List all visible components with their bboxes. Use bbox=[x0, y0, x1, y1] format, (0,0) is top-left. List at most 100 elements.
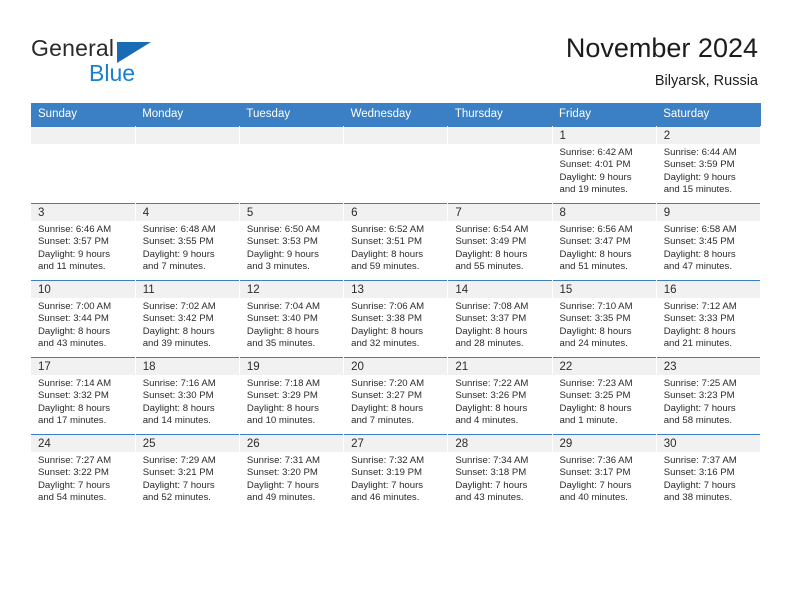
daylight-duration-line2: and 55 minutes. bbox=[455, 260, 524, 272]
general-blue-logo[interactable]: General Blue bbox=[31, 36, 211, 86]
daylight-duration-line2: and 47 minutes. bbox=[663, 260, 732, 272]
calendar-cell: 17 Sunrise: 7:14 AM Sunset: 3:32 PM Dayligh… bbox=[31, 357, 136, 435]
day-cell[interactable]: 17 Sunrise: 7:14 AM Sunset: 3:32 PM Dayligh… bbox=[31, 358, 135, 434]
calendar-cell bbox=[447, 126, 553, 204]
weekday-header-monday: Monday bbox=[135, 103, 240, 127]
day-cell[interactable]: 27 Sunrise: 7:32 AM Sunset: 3:19 PM Dayligh… bbox=[344, 435, 448, 511]
day-cell[interactable]: 4 Sunrise: 6:48 AM Sunset: 3:55 PM Daylight… bbox=[135, 204, 239, 280]
sunrise-time: Sunrise: 7:16 AM bbox=[142, 378, 216, 389]
calendar-week-row: 10 Sunrise: 7:00 AM Sunset: 3:44 PM Dayligh… bbox=[31, 280, 762, 358]
daylight-duration-line2: and 49 minutes. bbox=[246, 491, 316, 503]
day-sun-info: Sunrise: 6:42 AM Sunset: 4:01 PM Daylight:… bbox=[553, 144, 656, 196]
day-number: 7 bbox=[448, 204, 552, 221]
day-cell[interactable]: 11 Sunrise: 7:02 AM Sunset: 3:42 PM Dayligh… bbox=[135, 281, 239, 357]
sunset-time: Sunset: 3:32 PM bbox=[38, 390, 109, 402]
daylight-duration-line1: Daylight: 8 hours bbox=[38, 325, 110, 337]
sunset-time: Sunset: 3:21 PM bbox=[142, 467, 214, 479]
sunrise-time: Sunrise: 6:46 AM bbox=[38, 224, 112, 235]
day-cell[interactable]: 16 Sunrise: 7:12 AM Sunset: 3:33 PM Dayligh… bbox=[656, 281, 760, 357]
day-cell[interactable]: 19 Sunrise: 7:18 AM Sunset: 3:29 PM Dayligh… bbox=[239, 358, 344, 434]
daylight-duration-line1: Daylight: 7 hours bbox=[142, 479, 215, 491]
sunrise-time: Sunrise: 7:10 AM bbox=[559, 301, 633, 312]
day-number: 15 bbox=[552, 281, 656, 298]
weekday-header-friday: Friday bbox=[552, 103, 657, 127]
sunrise-time: Sunrise: 7:08 AM bbox=[455, 301, 529, 312]
daylight-duration-line2: and 11 minutes. bbox=[38, 260, 106, 272]
calendar-cell: 7 Sunrise: 6:54 AM Sunset: 3:49 PM Daylight… bbox=[447, 203, 553, 281]
sunset-time: Sunset: 3:19 PM bbox=[351, 467, 423, 479]
day-sun-info: Sunrise: 7:34 AM Sunset: 3:18 PM Daylight:… bbox=[448, 452, 551, 504]
sunrise-time: Sunrise: 6:52 AM bbox=[351, 224, 425, 235]
sunset-time: Sunset: 3:23 PM bbox=[663, 390, 735, 402]
calendar-cell: 15 Sunrise: 7:10 AM Sunset: 3:35 PM Dayligh… bbox=[552, 280, 657, 358]
sunset-time: Sunset: 3:59 PM bbox=[663, 159, 735, 171]
sunrise-time: Sunrise: 7:34 AM bbox=[455, 455, 529, 466]
sunrise-time: Sunrise: 7:18 AM bbox=[246, 378, 320, 389]
day-cell[interactable]: 10 Sunrise: 7:00 AM Sunset: 3:44 PM Dayligh… bbox=[31, 281, 135, 357]
day-number bbox=[239, 127, 344, 144]
calendar-cell: 14 Sunrise: 7:08 AM Sunset: 3:37 PM Dayligh… bbox=[447, 280, 553, 358]
sunset-time: Sunset: 3:26 PM bbox=[455, 390, 527, 402]
calendar-cell: 1 Sunrise: 6:42 AM Sunset: 4:01 PM Daylight… bbox=[552, 126, 657, 204]
daylight-duration-line1: Daylight: 7 hours bbox=[38, 479, 110, 491]
day-cell[interactable]: 18 Sunrise: 7:16 AM Sunset: 3:30 PM Dayligh… bbox=[135, 358, 239, 434]
calendar-cell: 28 Sunrise: 7:34 AM Sunset: 3:18 PM Dayligh… bbox=[447, 434, 553, 511]
day-cell[interactable]: 1 Sunrise: 6:42 AM Sunset: 4:01 PM Daylight… bbox=[552, 127, 656, 203]
sunset-time: Sunset: 3:22 PM bbox=[38, 467, 109, 479]
calendar-page: General Blue November 2024 Bilyarsk, Rus… bbox=[0, 0, 792, 612]
sunrise-time: Sunrise: 6:56 AM bbox=[559, 224, 633, 235]
calendar-cell bbox=[343, 126, 449, 204]
sunrise-time: Sunrise: 7:25 AM bbox=[663, 378, 737, 389]
daylight-duration-line2: and 4 minutes. bbox=[455, 414, 519, 426]
calendar-body: 1 Sunrise: 6:42 AM Sunset: 4:01 PM Daylight… bbox=[31, 126, 762, 511]
day-cell[interactable]: 28 Sunrise: 7:34 AM Sunset: 3:18 PM Dayligh… bbox=[448, 435, 552, 511]
day-cell[interactable]: 26 Sunrise: 7:31 AM Sunset: 3:20 PM Dayligh… bbox=[239, 435, 344, 511]
day-cell[interactable]: 15 Sunrise: 7:10 AM Sunset: 3:35 PM Dayligh… bbox=[552, 281, 656, 357]
daylight-duration-line1: Daylight: 8 hours bbox=[455, 402, 528, 414]
day-cell[interactable]: 7 Sunrise: 6:54 AM Sunset: 3:49 PM Daylight… bbox=[448, 204, 552, 280]
day-cell[interactable]: 22 Sunrise: 7:23 AM Sunset: 3:25 PM Dayligh… bbox=[552, 358, 656, 434]
daylight-duration-line1: Daylight: 8 hours bbox=[351, 402, 424, 414]
sunset-time: Sunset: 3:30 PM bbox=[142, 390, 214, 402]
daylight-duration-line2: and 35 minutes. bbox=[246, 337, 316, 349]
day-cell[interactable]: 13 Sunrise: 7:06 AM Sunset: 3:38 PM Dayligh… bbox=[344, 281, 448, 357]
day-cell[interactable]: 25 Sunrise: 7:29 AM Sunset: 3:21 PM Dayligh… bbox=[135, 435, 239, 511]
calendar-cell bbox=[31, 126, 136, 204]
logo-text-general: General bbox=[31, 35, 115, 61]
sunset-time: Sunset: 3:37 PM bbox=[455, 313, 527, 325]
daylight-duration-line2: and 46 minutes. bbox=[351, 491, 420, 503]
day-cell[interactable]: 30 Sunrise: 7:37 AM Sunset: 3:16 PM Dayligh… bbox=[656, 435, 760, 511]
day-cell[interactable]: 20 Sunrise: 7:20 AM Sunset: 3:27 PM Dayligh… bbox=[344, 358, 448, 434]
day-sun-info: Sunrise: 7:32 AM Sunset: 3:19 PM Daylight:… bbox=[344, 452, 447, 504]
page-header: General Blue November 2024 Bilyarsk, Rus… bbox=[0, 0, 792, 100]
calendar-cell: 22 Sunrise: 7:23 AM Sunset: 3:25 PM Dayligh… bbox=[552, 357, 657, 435]
day-cell[interactable]: 5 Sunrise: 6:50 AM Sunset: 3:53 PM Daylight… bbox=[239, 204, 344, 280]
calendar-week-row: 3 Sunrise: 6:46 AM Sunset: 3:57 PM Daylight… bbox=[31, 203, 762, 281]
day-sun-info: Sunrise: 6:56 AM Sunset: 3:47 PM Daylight:… bbox=[553, 221, 656, 273]
day-number: 13 bbox=[344, 281, 448, 298]
day-cell[interactable]: 2 Sunrise: 6:44 AM Sunset: 3:59 PM Daylight… bbox=[656, 127, 760, 203]
day-cell[interactable]: 9 Sunrise: 6:58 AM Sunset: 3:45 PM Daylight… bbox=[656, 204, 760, 280]
day-cell-empty bbox=[135, 127, 239, 203]
daylight-duration-line1: Daylight: 7 hours bbox=[455, 479, 528, 491]
day-cell[interactable]: 24 Sunrise: 7:27 AM Sunset: 3:22 PM Dayligh… bbox=[31, 435, 135, 511]
day-sun-info: Sunrise: 7:04 AM Sunset: 3:40 PM Daylight:… bbox=[240, 298, 343, 350]
day-cell[interactable]: 29 Sunrise: 7:36 AM Sunset: 3:17 PM Dayligh… bbox=[552, 435, 656, 511]
daylight-duration-line2: and 52 minutes. bbox=[142, 491, 211, 503]
day-sun-info: Sunrise: 7:16 AM Sunset: 3:30 PM Daylight:… bbox=[136, 375, 239, 427]
daylight-duration-line2: and 3 minutes. bbox=[246, 260, 310, 272]
day-cell[interactable]: 6 Sunrise: 6:52 AM Sunset: 3:51 PM Daylight… bbox=[344, 204, 448, 280]
daylight-duration-line2: and 59 minutes. bbox=[351, 260, 420, 272]
daylight-duration-line2: and 21 minutes. bbox=[663, 337, 732, 349]
sunrise-time: Sunrise: 6:58 AM bbox=[663, 224, 737, 235]
day-cell[interactable]: 23 Sunrise: 7:25 AM Sunset: 3:23 PM Dayligh… bbox=[656, 358, 760, 434]
sunset-time: Sunset: 3:53 PM bbox=[246, 236, 318, 248]
day-cell[interactable]: 12 Sunrise: 7:04 AM Sunset: 3:40 PM Dayligh… bbox=[239, 281, 344, 357]
day-sun-info: Sunrise: 6:50 AM Sunset: 3:53 PM Daylight:… bbox=[240, 221, 343, 273]
day-cell[interactable]: 14 Sunrise: 7:08 AM Sunset: 3:37 PM Dayligh… bbox=[448, 281, 552, 357]
daylight-duration-line1: Daylight: 8 hours bbox=[455, 248, 528, 260]
day-cell[interactable]: 8 Sunrise: 6:56 AM Sunset: 3:47 PM Daylight… bbox=[552, 204, 656, 280]
day-cell[interactable]: 21 Sunrise: 7:22 AM Sunset: 3:26 PM Dayligh… bbox=[448, 358, 552, 434]
day-cell[interactable]: 3 Sunrise: 6:46 AM Sunset: 3:57 PM Daylight… bbox=[31, 204, 135, 280]
calendar-cell: 21 Sunrise: 7:22 AM Sunset: 3:26 PM Dayligh… bbox=[447, 357, 553, 435]
